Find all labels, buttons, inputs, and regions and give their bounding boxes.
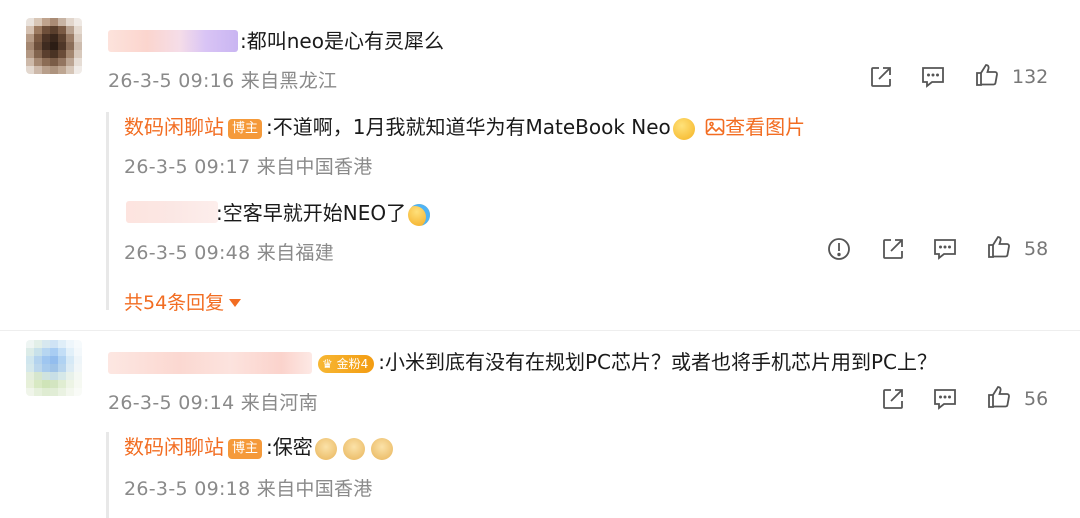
avatar[interactable] (26, 18, 82, 74)
smile-emoji-icon (672, 117, 695, 140)
expand-replies-button[interactable]: 共54条回复 (124, 288, 242, 315)
blogger-badge: 博主 (228, 118, 263, 139)
avatar[interactable] (26, 340, 82, 396)
comment-timestamp: 26-3-5 09:14 来自河南 (108, 392, 318, 414)
expand-replies-label: 共54条回复 (124, 292, 225, 314)
comment-icon[interactable] (932, 236, 958, 262)
doge-emoji-icon (314, 437, 337, 460)
share-icon[interactable] (880, 386, 906, 412)
image-icon (705, 118, 725, 136)
comment-text: :小米到底有没有在规划PC芯片？或者也将手机芯片用到PC上？ (378, 350, 938, 374)
comment-text: :都叫neo是心有灵犀么 (240, 29, 444, 53)
comment-divider (0, 330, 1080, 331)
username-redacted[interactable] (108, 30, 238, 52)
laugh-cry-emoji-icon (408, 203, 431, 226)
like-count: 132 (1012, 66, 1049, 88)
comment-icon[interactable] (932, 386, 958, 412)
reply-author[interactable]: 数码闲聊站 (124, 115, 224, 139)
doge-emoji-icon (342, 437, 365, 460)
reply-text-row: :空客早就开始NEO了 (216, 200, 431, 226)
reply-timestamp: 26-3-5 09:18 来自中国香港 (124, 478, 373, 500)
comment-timestamp: 26-3-5 09:16 来自黑龙江 (108, 70, 338, 92)
caret-down-icon (229, 299, 242, 307)
like-count: 58 (1024, 238, 1049, 260)
reply-timestamp: 26-3-5 09:48 来自福建 (124, 242, 334, 264)
thumbs-up-icon[interactable] (986, 234, 1012, 260)
thumbs-up-icon[interactable] (974, 62, 1000, 88)
view-image-link[interactable]: 查看图片 (705, 115, 805, 139)
reply-text: :保密 (266, 435, 313, 459)
share-icon[interactable] (880, 236, 906, 262)
reply-author[interactable]: 数码闲聊站 (124, 435, 224, 459)
reply-text: :空客早就开始NEO了 (216, 201, 407, 225)
reply-timestamp: 26-3-5 09:17 来自中国香港 (124, 156, 373, 178)
like-count: 56 (1024, 388, 1049, 410)
crown-icon: ♛ (322, 356, 333, 371)
report-icon[interactable] (826, 236, 852, 262)
view-image-label: 查看图片 (725, 115, 806, 139)
thumbs-up-icon[interactable] (986, 384, 1012, 410)
username-redacted[interactable] (108, 352, 312, 374)
share-icon[interactable] (868, 64, 894, 90)
fan-badge-label: 金粉4 (336, 356, 369, 371)
reply-thread-line (106, 112, 109, 310)
comment-icon[interactable] (920, 64, 946, 90)
username-redacted[interactable] (126, 201, 218, 223)
reply-author-row: 数码闲聊站 博主:不道啊，1月我就知道华为有MateBook Neo 查看图片 (124, 114, 805, 140)
reply-thread-line (106, 432, 109, 518)
comment-row: ♛ 金粉4:小米到底有没有在规划PC芯片？或者也将手机芯片用到PC上？ (314, 349, 937, 375)
doge-emoji-icon (370, 437, 393, 460)
blogger-badge: 博主 (228, 438, 263, 459)
reply-author-row: 数码闲聊站 博主:保密 (124, 434, 393, 460)
fan-badge: ♛ 金粉4 (318, 354, 375, 373)
reply-text: :不道啊，1月我就知道华为有MateBook Neo (266, 115, 671, 139)
